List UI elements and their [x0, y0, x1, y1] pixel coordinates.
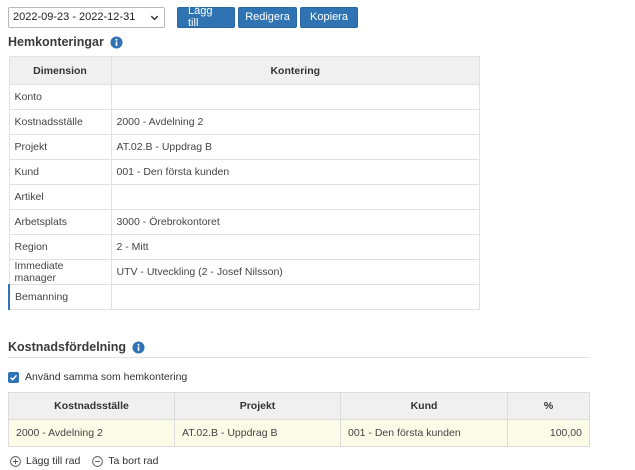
column-header-project[interactable]: Projekt — [174, 392, 341, 420]
add-button[interactable]: Lägg till — [177, 5, 235, 29]
dimension-cell: Konto — [8, 84, 112, 110]
kontering-cell[interactable]: UTV - Utveckling (2 - Josef Nilsson) — [110, 259, 480, 285]
home-title-text: Hemkonteringar — [8, 35, 104, 49]
toolbar: 2022-09-23 - 2022-12-31 Lägg till Redige… — [8, 5, 358, 29]
table-row[interactable]: 2000 - Avdelning 2 AT.02.B - Uppdrag B 0… — [8, 419, 590, 447]
copy-button[interactable]: Kopiera — [300, 6, 358, 28]
column-header-percent[interactable]: % — [507, 392, 590, 420]
table-row[interactable]: Immediate manager UTV - Utveckling (2 - … — [8, 259, 480, 285]
table-row[interactable]: Arbetsplats 3000 - Örebrokontoret — [8, 209, 480, 235]
plus-circle-icon — [10, 455, 21, 467]
same-as-home-label[interactable]: Använd samma som hemkontering — [25, 371, 187, 383]
column-header-kontering[interactable]: Kontering — [110, 56, 480, 85]
kontering-cell[interactable]: 2 - Mitt — [110, 234, 480, 260]
add-row-label: Lägg till rad — [26, 455, 81, 467]
cost-section-title: Kostnadsfördelning — [8, 340, 145, 354]
chevron-down-icon — [150, 15, 159, 20]
section-divider — [8, 357, 590, 358]
home-table: Dimension Kontering Konto Kostnadsställe… — [8, 56, 480, 310]
minus-circle-icon — [92, 455, 104, 467]
table-row[interactable]: Projekt AT.02.B - Uppdrag B — [8, 134, 480, 160]
kontering-cell[interactable]: 2000 - Avdelning 2 — [110, 109, 480, 135]
table-row[interactable]: Artikel — [8, 184, 480, 210]
home-section-title: Hemkonteringar — [8, 35, 123, 49]
kontering-cell[interactable] — [110, 284, 480, 310]
percent-cell[interactable]: 100,00 — [507, 419, 590, 447]
project-cell[interactable]: AT.02.B - Uppdrag B — [174, 419, 341, 447]
column-header-customer[interactable]: Kund — [340, 392, 508, 420]
cost-title-text: Kostnadsfördelning — [8, 340, 127, 354]
same-as-home-checkbox[interactable] — [8, 371, 19, 383]
column-header-dimension[interactable]: Dimension — [8, 56, 112, 85]
dimension-cell: Bemanning — [8, 284, 112, 310]
same-as-home-option: Använd samma som hemkontering — [8, 371, 187, 383]
kontering-cell[interactable]: 001 - Den första kunden — [110, 159, 480, 185]
row-actions: Lägg till rad Ta bort rad — [10, 455, 171, 467]
customer-cell[interactable]: 001 - Den första kunden — [340, 419, 508, 447]
table-row[interactable]: Kostnadsställe 2000 - Avdelning 2 — [8, 109, 480, 135]
kontering-cell[interactable] — [110, 84, 480, 110]
dimension-cell: Region — [8, 234, 112, 260]
remove-row-label: Ta bort rad — [108, 455, 159, 467]
check-icon — [10, 374, 18, 381]
info-icon[interactable] — [132, 340, 145, 354]
table-header-row: Kostnadsställe Projekt Kund % — [8, 392, 590, 420]
dimension-cell: Kund — [8, 159, 112, 185]
cost-center-cell[interactable]: 2000 - Avdelning 2 — [8, 419, 175, 447]
column-header-cost-center[interactable]: Kostnadsställe — [8, 392, 175, 420]
table-header-row: Dimension Kontering — [8, 56, 480, 85]
period-select-value: 2022-09-23 - 2022-12-31 — [13, 11, 136, 23]
kontering-cell[interactable]: AT.02.B - Uppdrag B — [110, 134, 480, 160]
dimension-cell: Immediate manager — [8, 259, 112, 285]
dimension-cell: Projekt — [8, 134, 112, 160]
dimension-cell: Kostnadsställe — [8, 109, 112, 135]
table-row[interactable]: Region 2 - Mitt — [8, 234, 480, 260]
table-row-selected[interactable]: Bemanning — [8, 284, 480, 310]
table-row[interactable]: Kund 001 - Den första kunden — [8, 159, 480, 185]
cost-distribution-table: Kostnadsställe Projekt Kund % 2000 - Avd… — [8, 392, 590, 447]
remove-row-button[interactable]: Ta bort rad — [92, 455, 159, 467]
dimension-cell: Artikel — [8, 184, 112, 210]
period-select[interactable]: 2022-09-23 - 2022-12-31 — [8, 6, 165, 28]
add-row-button[interactable]: Lägg till rad — [10, 455, 80, 467]
table-row[interactable]: Konto — [8, 84, 480, 110]
dimension-cell: Arbetsplats — [8, 209, 112, 235]
info-icon[interactable] — [110, 35, 123, 49]
kontering-cell[interactable]: 3000 - Örebrokontoret — [110, 209, 480, 235]
kontering-cell[interactable] — [110, 184, 480, 210]
edit-button[interactable]: Redigera — [238, 6, 297, 28]
